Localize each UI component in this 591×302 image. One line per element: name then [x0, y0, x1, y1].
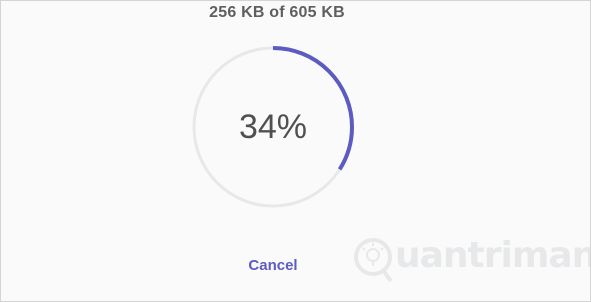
- download-progress-dialog: 256 KB of 605 KB 34% Cancel uantrimang: [0, 0, 591, 302]
- progress-percent: 34%: [238, 108, 308, 146]
- watermark: uantrimang: [351, 231, 590, 287]
- download-size-label: 256 KB of 605 KB: [209, 4, 345, 21]
- cancel-button[interactable]: Cancel: [231, 255, 315, 277]
- watermark-text: uantrimang: [395, 235, 590, 276]
- bulb-q-logo-icon: [354, 238, 393, 283]
